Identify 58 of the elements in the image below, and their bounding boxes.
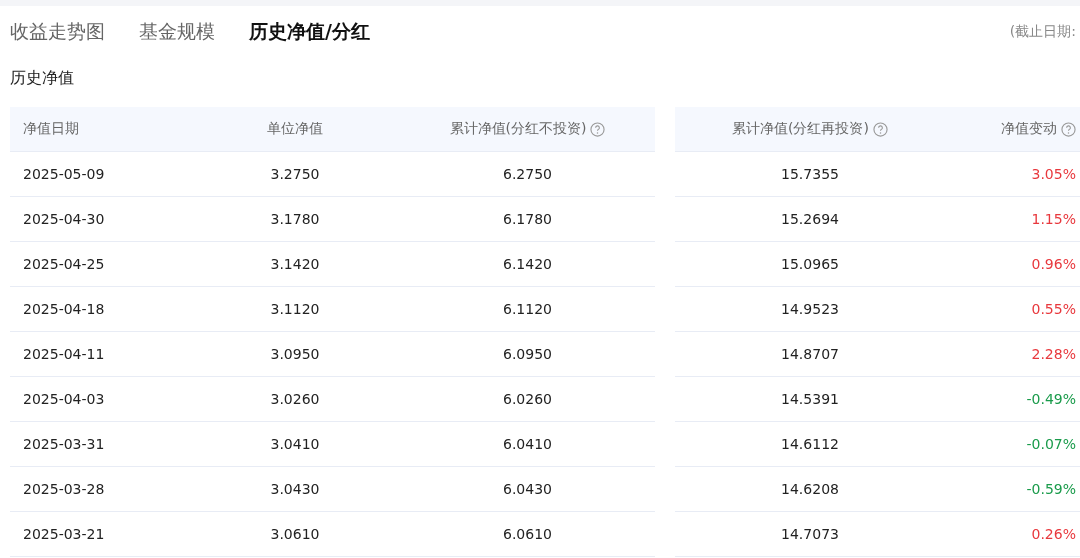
nav-cell: 6.0610 (503, 526, 552, 542)
nav-cell: 3.1120 (270, 301, 320, 317)
nav-cell: 3.2750 (270, 166, 320, 182)
section-title: 历史净值 (9, 67, 75, 89)
column-header: 净值变动 (1001, 120, 1057, 138)
nav-cell: 15.0965 (781, 256, 839, 272)
nav-cell: 6.1420 (503, 256, 552, 272)
change-cell: 0.55% (1031, 301, 1076, 317)
date-cell: 2025-04-30 (23, 211, 105, 227)
help-icon[interactable] (590, 121, 606, 137)
nav-cell: 3.1420 (270, 256, 320, 272)
nav-cell: 3.0610 (270, 526, 320, 542)
change-cell: 3.05% (1031, 166, 1076, 182)
nav-cell: 3.0950 (270, 346, 320, 362)
change-cell: 2.28% (1031, 346, 1076, 362)
nav-cell: 3.0410 (270, 436, 320, 452)
help-icon[interactable] (872, 121, 888, 137)
date-cell: 2025-03-28 (23, 481, 105, 497)
date-cell: 2025-03-21 (23, 526, 105, 542)
date-cell: 2025-04-11 (23, 346, 105, 362)
nav-cell: 14.7073 (781, 526, 839, 542)
date-cell: 2025-04-03 (23, 391, 105, 407)
nav-cell: 6.1780 (503, 211, 552, 227)
column-header: 累计净值(分红不投资) (449, 120, 587, 138)
nav-cell: 6.0260 (503, 391, 552, 407)
tab[interactable]: 基金规模 (139, 19, 215, 45)
nav-cell: 3.1780 (270, 211, 320, 227)
nav-cell: 6.1120 (503, 301, 552, 317)
date-cell: 2025-03-31 (23, 436, 105, 452)
nav-cell: 15.7355 (781, 166, 839, 182)
date-cell: 2025-05-09 (23, 166, 105, 182)
help-icon[interactable] (1061, 121, 1076, 137)
nav-cell: 14.9523 (781, 301, 839, 317)
tab[interactable]: 历史净值/分红 (249, 19, 370, 45)
nav-cell: 14.6208 (781, 481, 839, 497)
column-header: 单位净值 (267, 120, 323, 138)
change-cell: 0.26% (1031, 526, 1076, 542)
nav-cell: 14.6112 (781, 436, 839, 452)
change-cell: 1.15% (1031, 211, 1076, 227)
nav-cell: 14.8707 (781, 346, 839, 362)
nav-cell: 14.5391 (781, 391, 839, 407)
nav-cell: 6.2750 (503, 166, 552, 182)
nav-cell: 15.2694 (781, 211, 839, 227)
column-header: 净值日期 (23, 120, 79, 138)
nav-cell: 6.0430 (503, 481, 552, 497)
nav-cell: 3.0260 (270, 391, 320, 407)
change-cell: 0.96% (1031, 256, 1076, 272)
date-cell: 2025-04-18 (23, 301, 105, 317)
change-cell: -0.07% (1026, 436, 1076, 452)
change-cell: -0.59% (1026, 481, 1076, 497)
nav-cell: 3.0430 (270, 481, 320, 497)
date-cell: 2025-04-25 (23, 256, 105, 272)
column-header: 累计净值(分红再投资) (732, 120, 869, 138)
change-cell: -0.49% (1026, 391, 1076, 407)
as-of-date-label: (截止日期: (1009, 23, 1077, 41)
nav-cell: 6.0950 (503, 346, 552, 362)
nav-cell: 6.0410 (503, 436, 552, 452)
tab[interactable]: 收益走势图 (10, 19, 105, 45)
